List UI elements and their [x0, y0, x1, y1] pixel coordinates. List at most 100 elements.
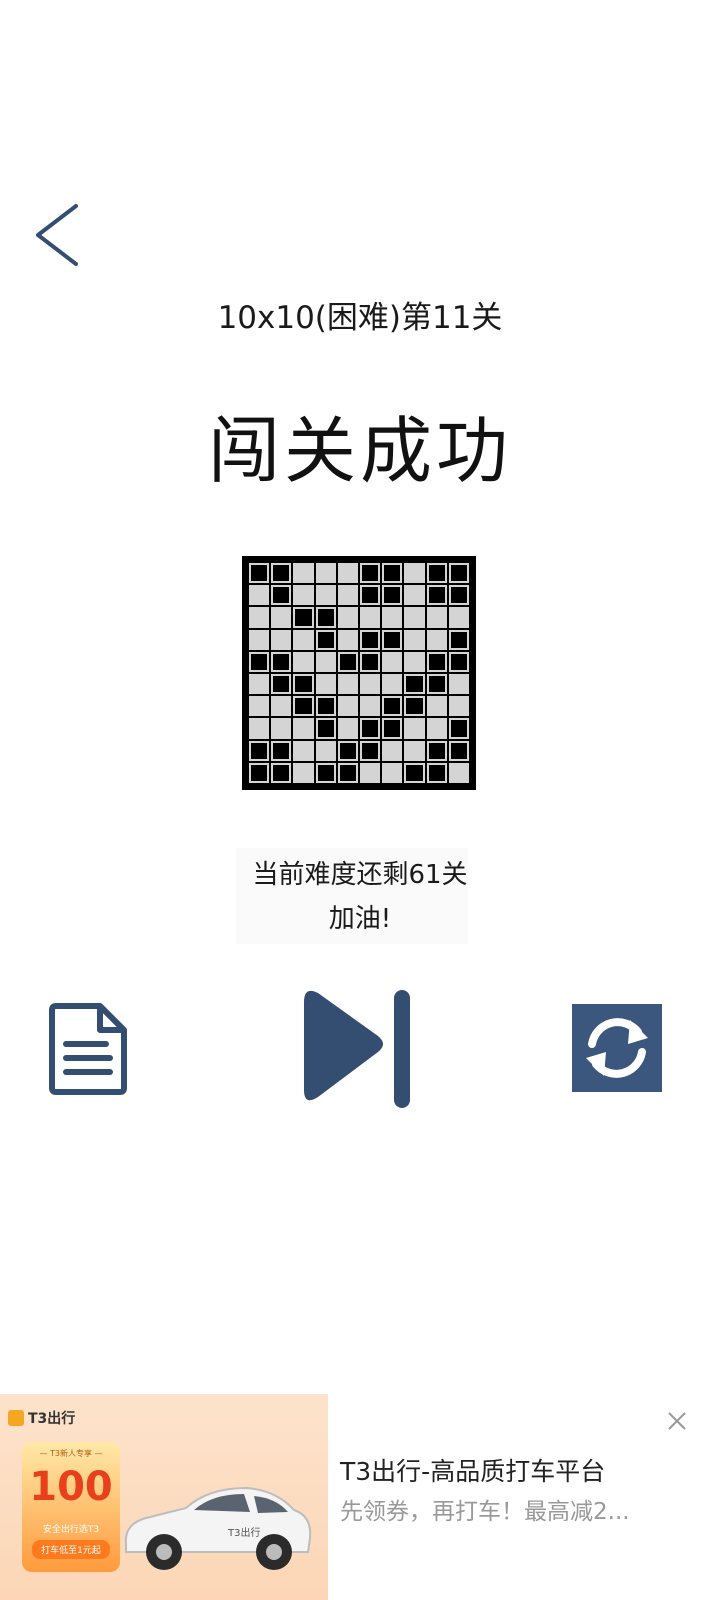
- board-cell-filled: [271, 674, 292, 695]
- board-cell-empty: [448, 674, 469, 695]
- board-cell-empty: [337, 696, 358, 717]
- document-icon: [49, 1003, 127, 1095]
- board-cell-empty: [293, 585, 314, 606]
- board-cell-empty: [271, 696, 292, 717]
- board-cell-empty: [448, 696, 469, 717]
- board-cell-empty: [293, 718, 314, 739]
- board-cell-filled: [426, 651, 447, 672]
- board-cell-empty: [293, 629, 314, 650]
- board-cell-empty: [271, 629, 292, 650]
- board-cell-empty: [382, 740, 403, 761]
- ad-description[interactable]: 先领券，再打车！最高减2...: [340, 1492, 630, 1526]
- board-cell-filled: [271, 740, 292, 761]
- board-cell-filled: [337, 762, 358, 783]
- success-heading: 闯关成功: [207, 409, 512, 493]
- board-cell-empty: [426, 629, 447, 650]
- next-level-button[interactable]: [290, 984, 418, 1112]
- board-cell-filled: [249, 563, 270, 584]
- board-cell-filled: [249, 740, 270, 761]
- board-cell-filled: [271, 563, 292, 584]
- board-cell-filled: [315, 629, 336, 650]
- board-cell-empty: [404, 563, 425, 584]
- board-cell-filled: [382, 696, 403, 717]
- board-cell-empty: [271, 607, 292, 628]
- board-cell-filled: [315, 607, 336, 628]
- board-cell-filled: [293, 607, 314, 628]
- board-grid: [249, 563, 469, 783]
- board-cell-filled: [448, 740, 469, 761]
- board-cell-filled: [271, 585, 292, 606]
- board-cell-empty: [426, 696, 447, 717]
- car-badge: T3出行: [227, 1526, 260, 1539]
- board-cell-empty: [249, 696, 270, 717]
- coupon-amount: 100: [29, 1464, 113, 1510]
- board-cell-filled: [315, 718, 336, 739]
- board-cell-filled: [337, 740, 358, 761]
- board-cell-empty: [382, 762, 403, 783]
- board-cell-empty: [360, 674, 381, 695]
- rules-button[interactable]: [48, 1000, 130, 1096]
- board-cell-empty: [315, 740, 336, 761]
- board-cell-empty: [337, 607, 358, 628]
- board-cell-filled: [360, 718, 381, 739]
- ad-image[interactable]: T3出行 — T3新人专享 — 100 安全出行选T3 打车低至1元起 T3出行: [0, 1394, 328, 1600]
- board-cell-empty: [315, 563, 336, 584]
- board-cell-empty: [382, 651, 403, 672]
- board-cell-filled: [382, 585, 403, 606]
- board-cell-empty: [382, 674, 403, 695]
- coupon-tag: — T3新人专享 —: [39, 1449, 103, 1458]
- car-icon: T3出行: [124, 1486, 312, 1570]
- ad-title[interactable]: T3出行-高品质打车平台: [340, 1452, 605, 1488]
- board-cell-filled: [404, 696, 425, 717]
- board-cell-filled: [271, 651, 292, 672]
- back-button[interactable]: [28, 200, 88, 270]
- board-cell-empty: [315, 674, 336, 695]
- ad-banner[interactable]: T3出行 — T3新人专享 — 100 安全出行选T3 打车低至1元起 T3出行…: [0, 1394, 720, 1600]
- ad-coupon: — T3新人专享 — 100 安全出行选T3 打车低至1元起: [22, 1442, 120, 1572]
- board-cell-filled: [315, 696, 336, 717]
- board-cell-empty: [293, 740, 314, 761]
- close-icon: [668, 1412, 686, 1430]
- board-cell-empty: [293, 651, 314, 672]
- board-cell-filled: [360, 651, 381, 672]
- board-cell-filled: [426, 674, 447, 695]
- ad-brand-name: T3出行: [28, 1411, 76, 1427]
- board-cell-empty: [249, 585, 270, 606]
- board-cell-filled: [382, 718, 403, 739]
- board-cell-empty: [448, 762, 469, 783]
- board-cell-empty: [271, 718, 292, 739]
- board-cell-filled: [360, 585, 381, 606]
- board-cell-empty: [293, 563, 314, 584]
- board-cell-empty: [249, 674, 270, 695]
- board-cell-empty: [382, 607, 403, 628]
- board-cell-filled: [360, 629, 381, 650]
- board-cell-filled: [360, 563, 381, 584]
- board-cell-empty: [337, 674, 358, 695]
- board-cell-filled: [448, 651, 469, 672]
- board-cell-empty: [315, 585, 336, 606]
- board-cell-empty: [404, 740, 425, 761]
- board-cell-filled: [404, 674, 425, 695]
- board-cell-filled: [337, 651, 358, 672]
- board-cell-empty: [448, 607, 469, 628]
- board-cell-empty: [426, 718, 447, 739]
- board-cell-filled: [382, 563, 403, 584]
- board-cell-empty: [337, 585, 358, 606]
- board-cell-filled: [426, 563, 447, 584]
- board-cell-empty: [249, 629, 270, 650]
- remaining-levels-text: 当前难度还剩61关: [252, 860, 468, 890]
- ad-close-button[interactable]: [664, 1408, 690, 1434]
- chevron-left-icon: [36, 204, 78, 266]
- board-cell-empty: [249, 718, 270, 739]
- skip-next-icon: [304, 990, 410, 1108]
- level-title: 10x10(困难)第11关: [217, 300, 503, 336]
- board-cell-filled: [448, 563, 469, 584]
- board-cell-filled: [382, 629, 403, 650]
- board-cell-filled: [448, 629, 469, 650]
- board-cell-empty: [404, 629, 425, 650]
- board-cell-filled: [249, 651, 270, 672]
- brand-cube-icon: [8, 1410, 24, 1426]
- restart-button[interactable]: [572, 1004, 662, 1092]
- board-cell-filled: [249, 762, 270, 783]
- board-cell-filled: [293, 674, 314, 695]
